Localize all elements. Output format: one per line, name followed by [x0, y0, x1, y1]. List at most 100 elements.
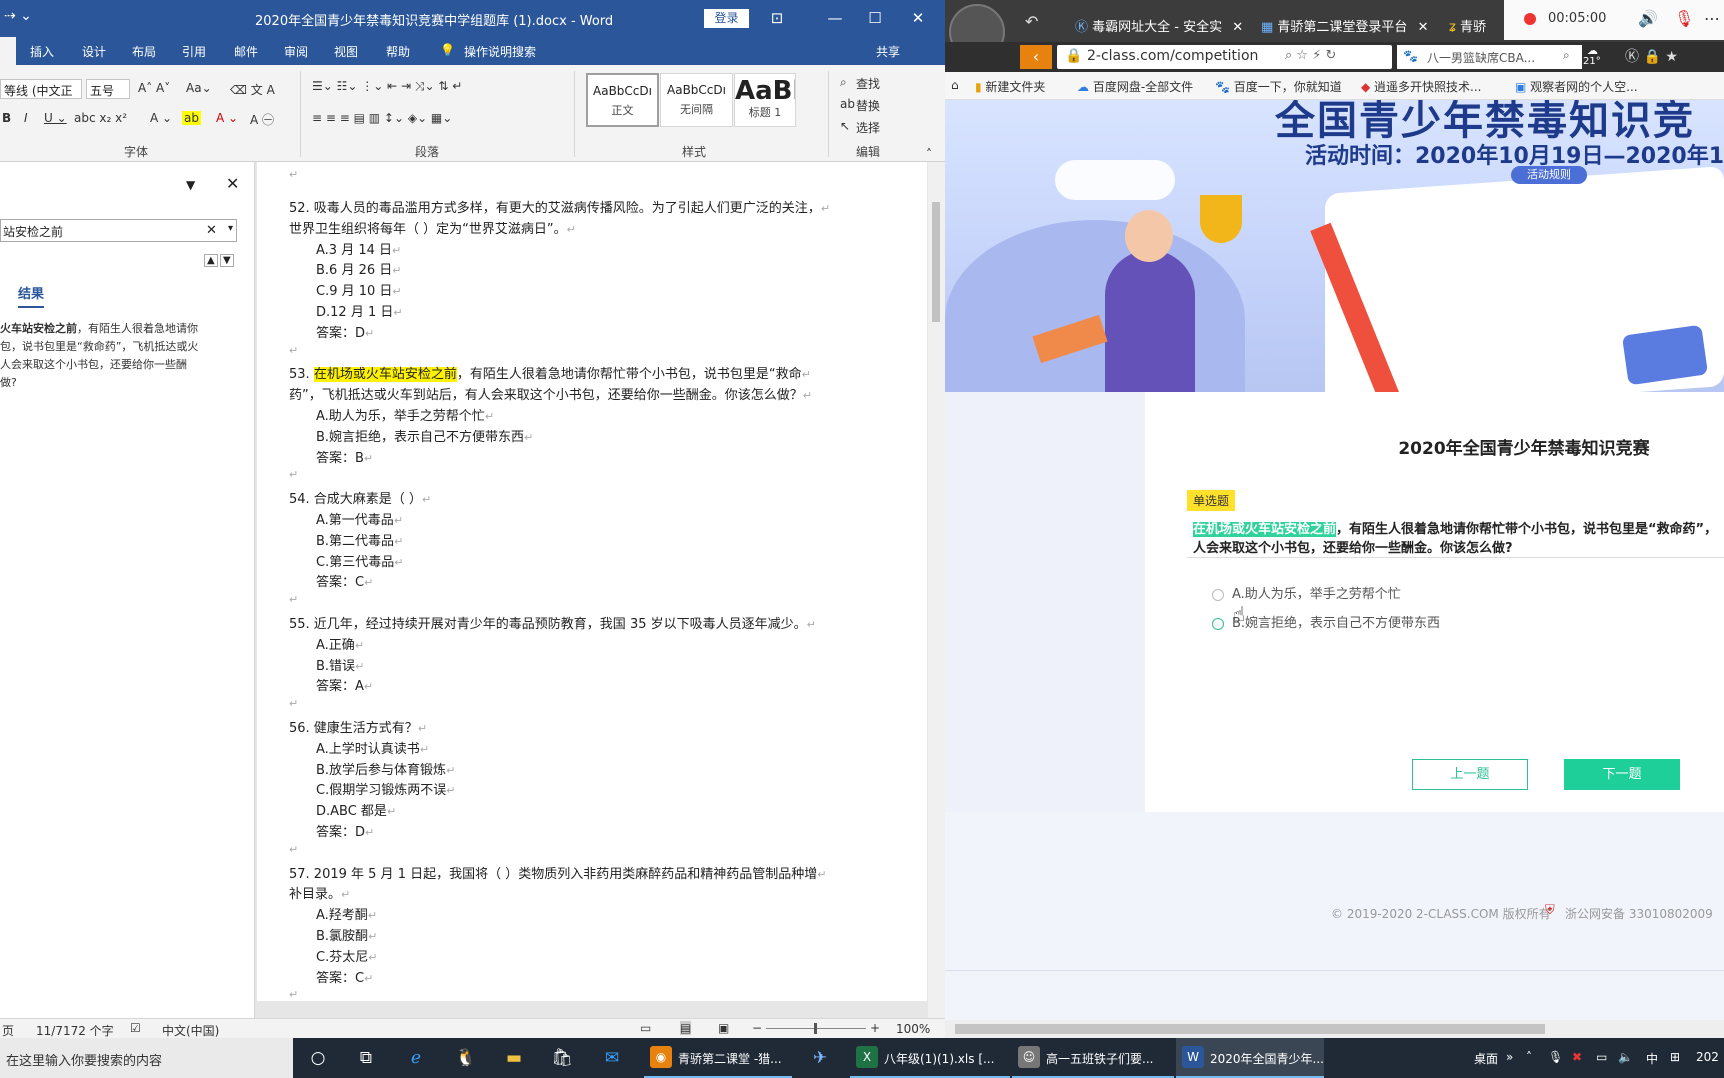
- cortana-icon[interactable]: ○: [306, 1046, 330, 1070]
- ime-extra-icon[interactable]: ⊞: [1670, 1050, 1680, 1064]
- text-effects-icon[interactable]: A ⌄: [150, 111, 172, 125]
- bookmark-item[interactable]: 🐾 百度一下，你就知道: [1215, 78, 1342, 95]
- document-line[interactable]: B.错误↵: [316, 655, 364, 674]
- document-line[interactable]: A.正确↵: [316, 634, 364, 653]
- document-line[interactable]: 55. 近几年，经过持续开展对青少年的毒品预防教育，我国 35 岁以下吸毒人员逐…: [289, 613, 816, 632]
- find-button[interactable]: 查找: [856, 75, 880, 92]
- feishu-icon[interactable]: ✈: [808, 1046, 832, 1070]
- document-line[interactable]: ↵: [289, 343, 298, 358]
- next-result-icon[interactable]: ▼: [220, 254, 234, 267]
- document-line[interactable]: B.婉言拒绝，表示自己不方便带东西↵: [316, 426, 533, 445]
- home-icon[interactable]: ⌂: [951, 78, 959, 92]
- network-icon[interactable]: ▭: [1596, 1050, 1607, 1064]
- document-line[interactable]: A.第一代毒品↵: [316, 509, 403, 528]
- document-line[interactable]: C.第三代毒品↵: [316, 551, 403, 570]
- document-line[interactable]: B.第二代毒品↵: [316, 530, 403, 549]
- font-size-select[interactable]: 五号: [86, 79, 130, 99]
- document-line[interactable]: B.放学后参与体育锻炼↵: [316, 759, 455, 778]
- back-tab-icon[interactable]: ↶: [1025, 12, 1038, 31]
- document-line[interactable]: 答案：B↵: [316, 447, 373, 466]
- print-layout-icon[interactable]: ▤: [680, 1021, 692, 1035]
- document-line[interactable]: 答案：C↵: [316, 571, 373, 590]
- prev-result-icon[interactable]: ▲: [204, 254, 218, 267]
- desktop-toolbar[interactable]: 桌面: [1474, 1050, 1498, 1067]
- quick-access-icon[interactable]: ⇢ ⌄: [4, 8, 32, 24]
- bullets-icon[interactable]: ☰⌄ ☷⌄ ⋮⌄ ⇤ ⇥ ⤨⌄ ⇅ ↵: [312, 79, 462, 94]
- change-case-icon[interactable]: Aa⌄: [186, 81, 212, 95]
- option-a[interactable]: A.助人为乐，举手之劳帮个忙: [1212, 583, 1401, 602]
- tab-references[interactable]: 引用: [182, 43, 206, 60]
- next-question-button[interactable]: 下一题: [1564, 759, 1680, 790]
- bookmark-item[interactable]: ▮ 新建文件夹: [975, 78, 1045, 95]
- document-line[interactable]: 药”，飞机抵达或火车到站后，有人会来取这个小书包，还要给你一些酬金。你该怎么做？…: [289, 384, 812, 403]
- document-line[interactable]: C.9 月 10 日↵: [316, 280, 402, 299]
- ime-indicator[interactable]: 中: [1646, 1050, 1658, 1067]
- tab-insert[interactable]: 插入: [30, 43, 54, 60]
- speaker-icon[interactable]: 🔊: [1638, 9, 1658, 28]
- document-line[interactable]: D.12 月 1 日↵: [316, 301, 403, 320]
- document-line[interactable]: 52. 吸毒人员的毒品滥用方式多样，有更大的艾滋病传播风险。为了引起人们更广泛的…: [289, 197, 830, 216]
- document-line[interactable]: ↵: [289, 592, 298, 607]
- scroll-thumb[interactable]: [955, 1024, 1545, 1034]
- document-line[interactable]: C.假期学习锻炼两不误↵: [316, 779, 455, 798]
- qq-icon[interactable]: 🐧: [454, 1046, 478, 1070]
- tab-close-icon[interactable]: ✕: [1232, 20, 1243, 35]
- document-line[interactable]: ↵: [289, 696, 298, 711]
- highlight-icon[interactable]: ab: [182, 111, 201, 125]
- task-view-icon[interactable]: ⧉: [354, 1046, 378, 1070]
- document-line[interactable]: B.6 月 26 日↵: [316, 259, 401, 278]
- page-indicator[interactable]: 页: [2, 1022, 14, 1038]
- document-line[interactable]: A.助人为乐，举手之劳帮个忙↵: [316, 405, 494, 424]
- store-icon[interactable]: 🛍: [550, 1046, 574, 1070]
- collapse-ribbon-icon[interactable]: ˄: [926, 147, 932, 161]
- file-explorer-icon[interactable]: ▬: [502, 1046, 526, 1070]
- web-layout-icon[interactable]: ▣: [718, 1021, 729, 1035]
- document-line[interactable]: 补目录。↵: [289, 883, 350, 902]
- security-icon[interactable]: ✖: [1572, 1050, 1582, 1064]
- edge-icon[interactable]: ℯ: [404, 1046, 428, 1070]
- clear-format-icon[interactable]: ⌫ 文 A: [230, 81, 275, 98]
- grow-font-icon[interactable]: A˄ A˅: [138, 81, 170, 95]
- tab-home-edge[interactable]: [0, 37, 16, 65]
- style-normal[interactable]: AaBbCcDı 正文: [586, 73, 659, 127]
- tab-view[interactable]: 视图: [334, 43, 358, 60]
- read-mode-icon[interactable]: ▭: [640, 1021, 651, 1035]
- document-line[interactable]: 57. 2019 年 5 月 1 日起，我国将（ ）类物质列入非药用类麻醉药品和…: [289, 863, 826, 882]
- document-line[interactable]: ↵: [289, 467, 298, 482]
- search-result-snippet[interactable]: 火车站安检之前，有陌生人很着急地请你 包，说书包里是“救命药”，飞机抵达或火 人…: [0, 320, 220, 392]
- italic-icon[interactable]: I: [24, 111, 28, 125]
- document-line[interactable]: A.羟考酮↵: [316, 904, 377, 923]
- browser-tab[interactable]: ▦ 青骄第二课堂登录平台 ✕: [1251, 8, 1433, 42]
- share-button[interactable]: 共享: [876, 43, 900, 60]
- tab-help[interactable]: 帮助: [386, 43, 410, 60]
- document-line[interactable]: 53. 在机场或火车站安检之前，有陌生人很着急地请你帮忙带个小书包，说书包里是“…: [289, 363, 811, 382]
- radio-button[interactable]: [1212, 617, 1224, 630]
- search-icon[interactable]: ⌕: [1563, 48, 1570, 63]
- vertical-scrollbar[interactable]: [928, 162, 945, 1018]
- align-icons[interactable]: ≡ ≡ ≡ ▤ ▥ ↕⌄ ◈⌄ ▦⌄: [312, 111, 452, 125]
- underline-icon[interactable]: U ⌄: [44, 111, 67, 125]
- tab-review[interactable]: 审阅: [284, 43, 308, 60]
- strikethrough-icon[interactable]: abc x₂ x²: [74, 111, 127, 125]
- style-heading-1[interactable]: AaBl 标题 1: [734, 73, 796, 127]
- document-line[interactable]: 世界卫生组织将每年（ ）定为“世界艾滋病日”。↵: [289, 218, 576, 237]
- mic-muted-icon[interactable]: 🎙: [1674, 9, 1694, 28]
- document-line[interactable]: B.氯胺酮↵: [316, 925, 377, 944]
- style-no-spacing[interactable]: AaBbCcDı 无间隔: [660, 73, 733, 127]
- word-count[interactable]: 11/7172 个字: [36, 1022, 114, 1038]
- select-button[interactable]: 选择: [856, 119, 880, 136]
- taskbar-app-browser[interactable]: ◉ 青骄第二课堂 -猎...: [644, 1038, 792, 1078]
- tell-me-search[interactable]: 操作说明搜索: [464, 43, 536, 60]
- ribbon-display-icon[interactable]: ⊡: [762, 6, 792, 30]
- bold-icon[interactable]: B: [2, 111, 11, 125]
- taskbar-search-input[interactable]: 在这里输入你要搜索的内容: [0, 1038, 293, 1078]
- document-line[interactable]: D.ABC 都是↵: [316, 800, 396, 819]
- address-bar[interactable]: 🔒 2-class.com/competition ⌕ ☆ ⚡ ↻: [1057, 45, 1392, 69]
- extension-icons[interactable]: Ⓚ 🔒 ★: [1625, 46, 1678, 66]
- char-shading-icon[interactable]: A ㊀: [250, 111, 274, 128]
- radio-button[interactable]: [1212, 588, 1224, 601]
- zoom-out-icon[interactable]: −: [752, 1021, 762, 1035]
- search-options-icon[interactable]: ▾: [228, 223, 233, 234]
- police-record-text[interactable]: 浙公网安备 33010802009: [1565, 905, 1713, 922]
- clock[interactable]: 202: [1696, 1050, 1719, 1064]
